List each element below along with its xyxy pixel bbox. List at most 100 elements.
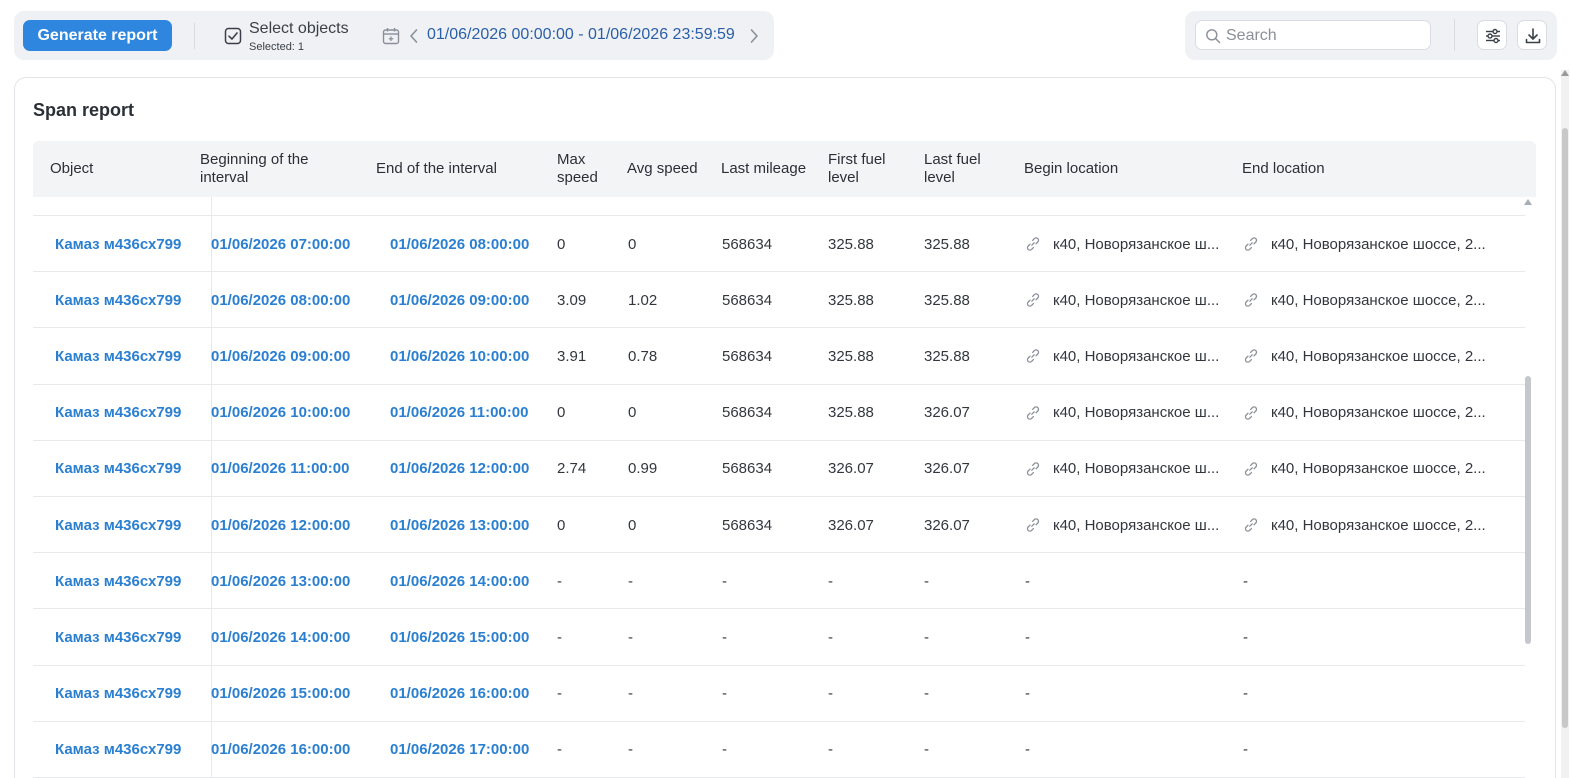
interval-end-link[interactable]: 01/06/2026 14:00:00 (390, 553, 555, 609)
link-icon (1244, 518, 1258, 532)
download-button[interactable] (1517, 20, 1547, 50)
location-text: к40, Новорязанское шоссе, 2... (1271, 404, 1486, 422)
interval-begin-link[interactable]: 01/06/2026 09:00:00 (211, 328, 376, 384)
column-header-begin-location[interactable]: Begin location (1024, 141, 1224, 197)
table-row[interactable]: Камаз м436сх799 01/06/2026 15:00:00 01/06/… (33, 666, 1525, 722)
interval-begin-link[interactable]: 01/06/2026 14:00:00 (211, 609, 376, 665)
table-row[interactable]: Камаз м436сх799 01/06/2026 07:00:00 01/06/… (33, 216, 1525, 273)
scrollbar-thumb[interactable] (1562, 128, 1568, 728)
mileage-cell: 568634 (722, 291, 773, 309)
column-header-begin[interactable]: Beginning of the interval (200, 141, 350, 197)
date-range-picker[interactable]: 01/06/2026 00:00:00 - 01/06/2026 23:59:5… (427, 26, 735, 44)
first-fuel-cell: - (828, 572, 833, 590)
scroll-up-arrow[interactable] (1561, 70, 1569, 76)
begin-location-cell[interactable]: к40, Новорязанское ш... (1025, 328, 1228, 384)
max-speed-cell: 2.74 (557, 460, 587, 478)
calendar-icon[interactable] (382, 27, 400, 45)
object-link[interactable]: Камаз м436сх799 (55, 216, 205, 272)
location-text: - (1025, 572, 1030, 590)
interval-begin-link[interactable]: 01/06/2026 16:00:00 (211, 722, 376, 778)
table-row[interactable]: Камаз м436сх799 01/06/2026 11:00:00 01/06/… (33, 441, 1525, 497)
object-link[interactable]: Камаз м436сх799 (55, 441, 205, 497)
table-row[interactable]: Камаз м436сх799 01/06/2026 08:00:00 01/06/… (33, 272, 1525, 329)
table-row[interactable]: Камаз м436сх799 01/06/2026 13:00:00 01/06/… (33, 553, 1525, 610)
object-link[interactable]: Камаз м436сх799 (55, 328, 205, 384)
object-link[interactable]: Камаз м436сх799 (55, 272, 205, 328)
download-icon (1525, 28, 1541, 44)
interval-begin-link[interactable]: 01/06/2026 15:00:00 (211, 666, 376, 722)
begin-location-cell[interactable]: к40, Новорязанское ш... (1025, 272, 1228, 328)
interval-end-link[interactable]: 01/06/2026 15:00:00 (390, 609, 555, 665)
location-text: - (1025, 741, 1030, 759)
interval-begin-link[interactable]: 01/06/2026 07:00:00 (211, 216, 376, 272)
begin-location-cell[interactable]: к40, Новорязанское ш... (1025, 385, 1228, 441)
begin-location-cell[interactable]: к40, Новорязанское ш... (1025, 216, 1228, 272)
end-location-cell[interactable]: к40, Новорязанское шоссе, 2... (1243, 328, 1513, 384)
interval-end-link[interactable]: 01/06/2026 08:00:00 (390, 216, 555, 272)
scrollbar-thumb[interactable] (1525, 376, 1531, 644)
mileage-cell: 568634 (722, 347, 773, 365)
last-fuel-cell: - (924, 741, 929, 759)
interval-begin-link[interactable]: 01/06/2026 10:00:00 (211, 385, 376, 441)
table-row[interactable]: Камаз м436сх799 01/06/2026 14:00:00 01/06/… (33, 609, 1525, 666)
max-speed-cell: 0 (557, 404, 566, 422)
location-text: к40, Новорязанское шоссе, 2... (1271, 347, 1486, 365)
object-link[interactable]: Камаз м436сх799 (55, 666, 205, 722)
column-header-avg-speed[interactable]: Avg speed (627, 141, 712, 197)
interval-end-link[interactable]: 01/06/2026 10:00:00 (390, 328, 555, 384)
table-row[interactable]: Камаз м436сх799 01/06/2026 16:00:00 01/06/… (33, 722, 1525, 778)
interval-end-link[interactable]: 01/06/2026 16:00:00 (390, 666, 555, 722)
chevron-left-icon[interactable] (407, 26, 421, 46)
table-row[interactable]: Камаз м436сх799 01/06/2026 10:00:00 01/06/… (33, 385, 1525, 441)
avg-speed-cell: - (628, 741, 633, 759)
column-header-end-location[interactable]: End location (1242, 141, 1442, 197)
begin-location-cell: - (1025, 722, 1228, 778)
chevron-right-icon[interactable] (747, 26, 761, 46)
end-location-cell[interactable]: к40, Новорязанское шоссе, 2... (1243, 441, 1513, 497)
object-link[interactable]: Камаз м436сх799 (55, 553, 205, 609)
interval-end-link[interactable]: 01/06/2026 17:00:00 (390, 722, 555, 778)
object-link[interactable]: Камаз м436сх799 (55, 609, 205, 665)
table-row[interactable]: Камаз м436сх799 01/06/2026 12:00:00 01/06/… (33, 497, 1525, 554)
interval-end-link[interactable]: 01/06/2026 11:00:00 (390, 385, 555, 441)
column-header-last-fuel[interactable]: Last fuel level (924, 141, 1009, 197)
interval-end-link[interactable]: 01/06/2026 13:00:00 (390, 497, 555, 553)
end-location-cell[interactable]: к40, Новорязанское шоссе, 2... (1243, 272, 1513, 328)
object-link[interactable]: Камаз м436сх799 (55, 497, 205, 553)
report-settings-button[interactable] (1477, 20, 1507, 50)
table-scrollbar[interactable] (1523, 196, 1533, 776)
report-card: Span report Object Beginning of the inte… (14, 77, 1556, 778)
select-objects-button[interactable]: Select objects Selected: 1 (224, 20, 389, 54)
page-scrollbar[interactable] (1561, 70, 1569, 778)
interval-begin-link[interactable]: 01/06/2026 11:00:00 (211, 441, 376, 497)
location-text: к40, Новорязанское ш... (1053, 516, 1220, 534)
table-row[interactable]: Камаз м436сх799 01/06/2026 09:00:00 01/06/… (33, 328, 1525, 385)
object-link[interactable]: Камаз м436сх799 (55, 385, 205, 441)
generate-report-button[interactable]: Generate report (23, 20, 172, 51)
table-body[interactable]: Камаз м436сх799 01/06/2026 07:00:00 01/06/… (33, 197, 1525, 778)
interval-begin-link[interactable]: 01/06/2026 08:00:00 (211, 272, 376, 328)
select-objects-label: Select objects (249, 20, 349, 37)
column-header-last-mileage[interactable]: Last mileage (721, 141, 821, 197)
column-header-max-speed[interactable]: Max speed (557, 141, 612, 197)
end-location-cell[interactable]: к40, Новорязанское шоссе, 2... (1243, 216, 1513, 272)
begin-location-cell[interactable]: к40, Новорязанское ш... (1025, 497, 1228, 553)
end-location-cell[interactable]: к40, Новорязанское шоссе, 2... (1243, 497, 1513, 553)
column-header-end[interactable]: End of the interval (376, 141, 536, 197)
location-text: к40, Новорязанское шоссе, 2... (1271, 516, 1486, 534)
first-fuel-cell: 325.88 (828, 404, 874, 422)
interval-begin-link[interactable]: 01/06/2026 13:00:00 (211, 553, 376, 609)
begin-location-cell: - (1025, 553, 1228, 609)
column-header-first-fuel[interactable]: First fuel level (828, 141, 913, 197)
location-text: к40, Новорязанское ш... (1053, 347, 1220, 365)
end-location-cell[interactable]: к40, Новорязанское шоссе, 2... (1243, 385, 1513, 441)
search-input[interactable] (1226, 25, 1424, 46)
interval-end-link[interactable]: 01/06/2026 09:00:00 (390, 272, 555, 328)
scroll-up-arrow[interactable] (1524, 199, 1532, 205)
begin-location-cell[interactable]: к40, Новорязанское ш... (1025, 441, 1228, 497)
interval-end-link[interactable]: 01/06/2026 12:00:00 (390, 441, 555, 497)
interval-begin-link[interactable]: 01/06/2026 12:00:00 (211, 497, 376, 553)
column-header-object[interactable]: Object (50, 141, 190, 197)
object-link[interactable]: Камаз м436сх799 (55, 722, 205, 778)
avg-speed-cell: 0.78 (628, 347, 658, 365)
